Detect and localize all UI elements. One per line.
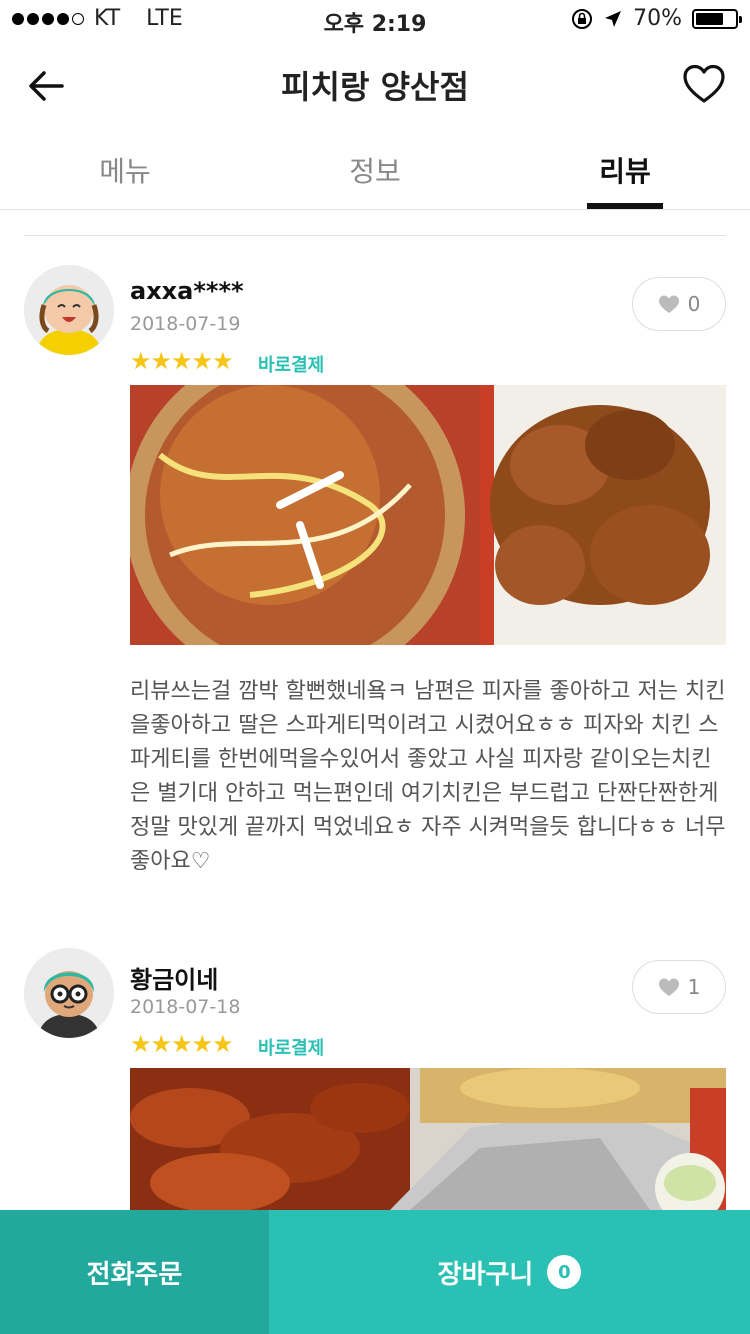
review-username: 황금이네 <box>130 966 219 994</box>
heart-icon <box>658 978 679 996</box>
rating-stars: ★★★★★ <box>130 347 234 375</box>
review-text: 리뷰쓰는걸 깜박 할뻔했네욬ㅋ 남편은 피자를 좋아하고 저는 치킨을좋아하고 … <box>130 679 726 874</box>
bottom-action-bar: 전화주문 장바구니 0 <box>0 1210 750 1334</box>
like-button[interactable]: 0 <box>632 277 726 331</box>
divider <box>24 235 726 236</box>
orientation-lock-icon <box>572 8 593 29</box>
review-photo[interactable] <box>130 385 726 645</box>
tab-menu[interactable]: 메뉴 <box>0 130 250 209</box>
battery-percent: 70% <box>633 6 682 31</box>
rating-stars: ★★★★★ <box>130 1030 234 1058</box>
review-username: axxa**** <box>130 277 244 305</box>
page-title: 피치랑 양산점 <box>281 68 469 106</box>
review-date: 2018-07-18 <box>130 996 241 1018</box>
battery-icon <box>692 8 742 29</box>
avatar <box>24 265 114 355</box>
cart-label: 장바구니 <box>437 1259 534 1290</box>
avatar-character-icon <box>24 265 114 355</box>
tab-info[interactable]: 정보 <box>250 130 500 209</box>
phone-order-button[interactable]: 전화주문 <box>0 1210 269 1334</box>
tab-bar: 메뉴 정보 리뷰 <box>0 130 750 210</box>
review-photo[interactable] <box>130 1068 726 1210</box>
cart-count-badge: 0 <box>547 1255 582 1289</box>
like-button[interactable]: 1 <box>632 960 726 1014</box>
payment-tag: 바로결제 <box>258 355 325 376</box>
status-right: 70% <box>571 6 742 31</box>
heart-icon <box>658 295 679 313</box>
like-count: 1 <box>687 975 701 999</box>
payment-tag: 바로결제 <box>258 1038 325 1059</box>
nav-bar: 피치랑 양산점 <box>0 40 750 130</box>
like-count: 0 <box>687 292 701 316</box>
avatar-character-icon <box>24 948 114 1038</box>
cart-button[interactable]: 장바구니 0 <box>269 1210 750 1334</box>
location-arrow-icon <box>605 10 622 27</box>
avatar <box>24 948 114 1038</box>
heart-outline-icon[interactable] <box>680 60 728 108</box>
review-date: 2018-07-19 <box>130 313 241 335</box>
tab-reviews[interactable]: 리뷰 <box>500 130 750 209</box>
status-bar: KT LTE 오후 2:19 70% <box>0 0 750 40</box>
